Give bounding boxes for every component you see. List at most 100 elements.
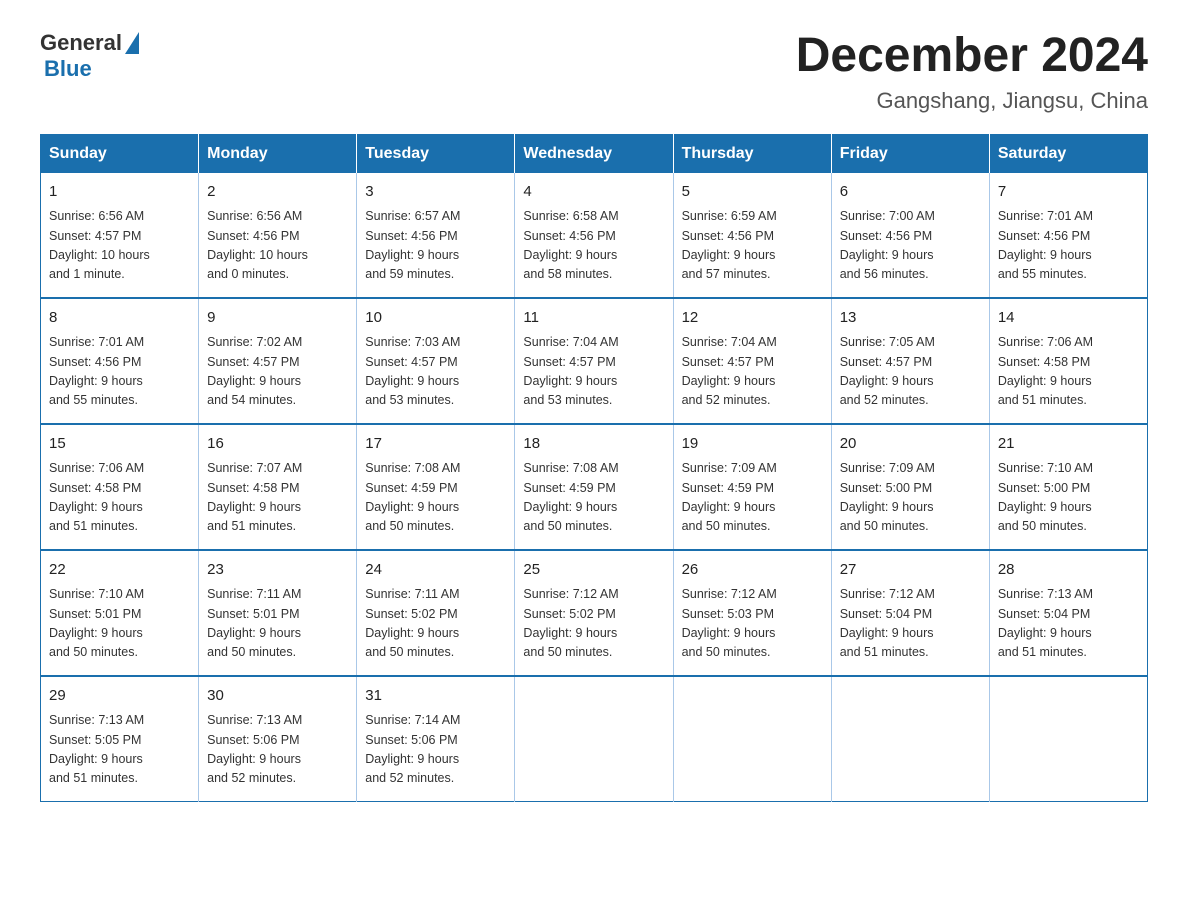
day-info: Sunrise: 7:06 AM Sunset: 4:58 PM Dayligh… xyxy=(49,459,190,537)
calendar-header-row: SundayMondayTuesdayWednesdayThursdayFrid… xyxy=(41,134,1148,173)
day-number: 22 xyxy=(49,559,190,582)
calendar-day-cell: 15 Sunrise: 7:06 AM Sunset: 4:58 PM Dayli… xyxy=(41,424,199,550)
day-info: Sunrise: 7:09 AM Sunset: 4:59 PM Dayligh… xyxy=(682,459,823,537)
day-number: 25 xyxy=(523,559,664,582)
day-info: Sunrise: 7:08 AM Sunset: 4:59 PM Dayligh… xyxy=(523,459,664,537)
day-number: 16 xyxy=(207,433,348,456)
calendar-day-cell: 18 Sunrise: 7:08 AM Sunset: 4:59 PM Dayli… xyxy=(515,424,673,550)
day-info: Sunrise: 7:12 AM Sunset: 5:03 PM Dayligh… xyxy=(682,585,823,663)
day-info: Sunrise: 6:57 AM Sunset: 4:56 PM Dayligh… xyxy=(365,207,506,285)
calendar-day-cell: 24 Sunrise: 7:11 AM Sunset: 5:02 PM Dayli… xyxy=(357,550,515,676)
day-number: 10 xyxy=(365,307,506,330)
calendar-week-row: 8Sunrise: 7:01 AM Sunset: 4:56 PM Daylig… xyxy=(41,298,1148,424)
day-info: Sunrise: 7:02 AM Sunset: 4:57 PM Dayligh… xyxy=(207,333,348,411)
calendar-day-cell: 10Sunrise: 7:03 AM Sunset: 4:57 PM Dayli… xyxy=(357,298,515,424)
day-number: 30 xyxy=(207,685,348,708)
logo-general-text: General xyxy=(40,30,122,56)
day-number: 27 xyxy=(840,559,981,582)
calendar-day-cell: 12 Sunrise: 7:04 AM Sunset: 4:57 PM Dayli… xyxy=(673,298,831,424)
calendar-day-cell: 16 Sunrise: 7:07 AM Sunset: 4:58 PM Dayli… xyxy=(199,424,357,550)
day-info: Sunrise: 7:01 AM Sunset: 4:56 PM Dayligh… xyxy=(49,333,190,411)
day-number: 28 xyxy=(998,559,1139,582)
calendar-empty-cell xyxy=(515,676,673,802)
calendar-day-cell: 20 Sunrise: 7:09 AM Sunset: 5:00 PM Dayli… xyxy=(831,424,989,550)
calendar-day-cell: 23Sunrise: 7:11 AM Sunset: 5:01 PM Dayli… xyxy=(199,550,357,676)
calendar-day-cell: 14Sunrise: 7:06 AM Sunset: 4:58 PM Dayli… xyxy=(989,298,1147,424)
weekday-header-monday: Monday xyxy=(199,134,357,173)
day-number: 15 xyxy=(49,433,190,456)
day-info: Sunrise: 7:09 AM Sunset: 5:00 PM Dayligh… xyxy=(840,459,981,537)
day-info: Sunrise: 7:04 AM Sunset: 4:57 PM Dayligh… xyxy=(523,333,664,411)
calendar-day-cell: 4Sunrise: 6:58 AM Sunset: 4:56 PM Daylig… xyxy=(515,173,673,298)
day-info: Sunrise: 7:13 AM Sunset: 5:05 PM Dayligh… xyxy=(49,711,190,789)
weekday-header-thursday: Thursday xyxy=(673,134,831,173)
day-info: Sunrise: 7:06 AM Sunset: 4:58 PM Dayligh… xyxy=(998,333,1139,411)
day-info: Sunrise: 7:13 AM Sunset: 5:06 PM Dayligh… xyxy=(207,711,348,789)
day-info: Sunrise: 7:05 AM Sunset: 4:57 PM Dayligh… xyxy=(840,333,981,411)
logo-blue-text: Blue xyxy=(44,56,92,81)
logo: General Blue xyxy=(40,30,139,82)
day-info: Sunrise: 7:08 AM Sunset: 4:59 PM Dayligh… xyxy=(365,459,506,537)
day-info: Sunrise: 7:00 AM Sunset: 4:56 PM Dayligh… xyxy=(840,207,981,285)
calendar-day-cell: 3Sunrise: 6:57 AM Sunset: 4:56 PM Daylig… xyxy=(357,173,515,298)
calendar-day-cell: 30 Sunrise: 7:13 AM Sunset: 5:06 PM Dayli… xyxy=(199,676,357,802)
day-info: Sunrise: 7:12 AM Sunset: 5:04 PM Dayligh… xyxy=(840,585,981,663)
calendar-day-cell: 17Sunrise: 7:08 AM Sunset: 4:59 PM Dayli… xyxy=(357,424,515,550)
day-info: Sunrise: 7:11 AM Sunset: 5:01 PM Dayligh… xyxy=(207,585,348,663)
day-number: 5 xyxy=(682,181,823,204)
calendar-day-cell: 5 Sunrise: 6:59 AM Sunset: 4:56 PM Daylig… xyxy=(673,173,831,298)
month-title: December 2024 xyxy=(796,30,1148,83)
day-number: 2 xyxy=(207,181,348,204)
calendar-day-cell: 25Sunrise: 7:12 AM Sunset: 5:02 PM Dayli… xyxy=(515,550,673,676)
calendar-day-cell: 13 Sunrise: 7:05 AM Sunset: 4:57 PM Dayli… xyxy=(831,298,989,424)
day-number: 31 xyxy=(365,685,506,708)
day-info: Sunrise: 7:07 AM Sunset: 4:58 PM Dayligh… xyxy=(207,459,348,537)
day-number: 20 xyxy=(840,433,981,456)
day-number: 11 xyxy=(523,307,664,330)
day-number: 6 xyxy=(840,181,981,204)
day-number: 29 xyxy=(49,685,190,708)
calendar-empty-cell xyxy=(989,676,1147,802)
calendar-empty-cell xyxy=(831,676,989,802)
day-number: 19 xyxy=(682,433,823,456)
logo-triangle-icon xyxy=(125,32,139,54)
day-info: Sunrise: 6:56 AM Sunset: 4:57 PM Dayligh… xyxy=(49,207,190,285)
title-section: December 2024 Gangshang, Jiangsu, China xyxy=(796,30,1148,114)
calendar-day-cell: 6 Sunrise: 7:00 AM Sunset: 4:56 PM Daylig… xyxy=(831,173,989,298)
calendar-day-cell: 28Sunrise: 7:13 AM Sunset: 5:04 PM Dayli… xyxy=(989,550,1147,676)
day-number: 21 xyxy=(998,433,1139,456)
location-text: Gangshang, Jiangsu, China xyxy=(796,88,1148,114)
day-number: 12 xyxy=(682,307,823,330)
day-info: Sunrise: 7:04 AM Sunset: 4:57 PM Dayligh… xyxy=(682,333,823,411)
calendar-day-cell: 11 Sunrise: 7:04 AM Sunset: 4:57 PM Dayli… xyxy=(515,298,673,424)
weekday-header-tuesday: Tuesday xyxy=(357,134,515,173)
calendar-empty-cell xyxy=(673,676,831,802)
calendar-table: SundayMondayTuesdayWednesdayThursdayFrid… xyxy=(40,134,1148,802)
calendar-week-row: 29 Sunrise: 7:13 AM Sunset: 5:05 PM Dayli… xyxy=(41,676,1148,802)
day-number: 1 xyxy=(49,181,190,204)
weekday-header-wednesday: Wednesday xyxy=(515,134,673,173)
day-number: 24 xyxy=(365,559,506,582)
day-info: Sunrise: 7:14 AM Sunset: 5:06 PM Dayligh… xyxy=(365,711,506,789)
day-info: Sunrise: 7:11 AM Sunset: 5:02 PM Dayligh… xyxy=(365,585,506,663)
day-info: Sunrise: 6:56 AM Sunset: 4:56 PM Dayligh… xyxy=(207,207,348,285)
day-number: 13 xyxy=(840,307,981,330)
calendar-day-cell: 26Sunrise: 7:12 AM Sunset: 5:03 PM Dayli… xyxy=(673,550,831,676)
day-info: Sunrise: 7:01 AM Sunset: 4:56 PM Dayligh… xyxy=(998,207,1139,285)
day-info: Sunrise: 6:59 AM Sunset: 4:56 PM Dayligh… xyxy=(682,207,823,285)
calendar-day-cell: 8Sunrise: 7:01 AM Sunset: 4:56 PM Daylig… xyxy=(41,298,199,424)
calendar-day-cell: 2 Sunrise: 6:56 AM Sunset: 4:56 PM Daylig… xyxy=(199,173,357,298)
weekday-header-friday: Friday xyxy=(831,134,989,173)
day-number: 4 xyxy=(523,181,664,204)
calendar-day-cell: 7Sunrise: 7:01 AM Sunset: 4:56 PM Daylig… xyxy=(989,173,1147,298)
calendar-day-cell: 21 Sunrise: 7:10 AM Sunset: 5:00 PM Dayli… xyxy=(989,424,1147,550)
calendar-day-cell: 27 Sunrise: 7:12 AM Sunset: 5:04 PM Dayli… xyxy=(831,550,989,676)
weekday-header-saturday: Saturday xyxy=(989,134,1147,173)
day-number: 9 xyxy=(207,307,348,330)
day-info: Sunrise: 7:10 AM Sunset: 5:00 PM Dayligh… xyxy=(998,459,1139,537)
calendar-day-cell: 9 Sunrise: 7:02 AM Sunset: 4:57 PM Daylig… xyxy=(199,298,357,424)
calendar-day-cell: 31 Sunrise: 7:14 AM Sunset: 5:06 PM Dayli… xyxy=(357,676,515,802)
page-header: General Blue December 2024 Gangshang, Ji… xyxy=(40,30,1148,114)
calendar-week-row: 15 Sunrise: 7:06 AM Sunset: 4:58 PM Dayli… xyxy=(41,424,1148,550)
day-number: 18 xyxy=(523,433,664,456)
